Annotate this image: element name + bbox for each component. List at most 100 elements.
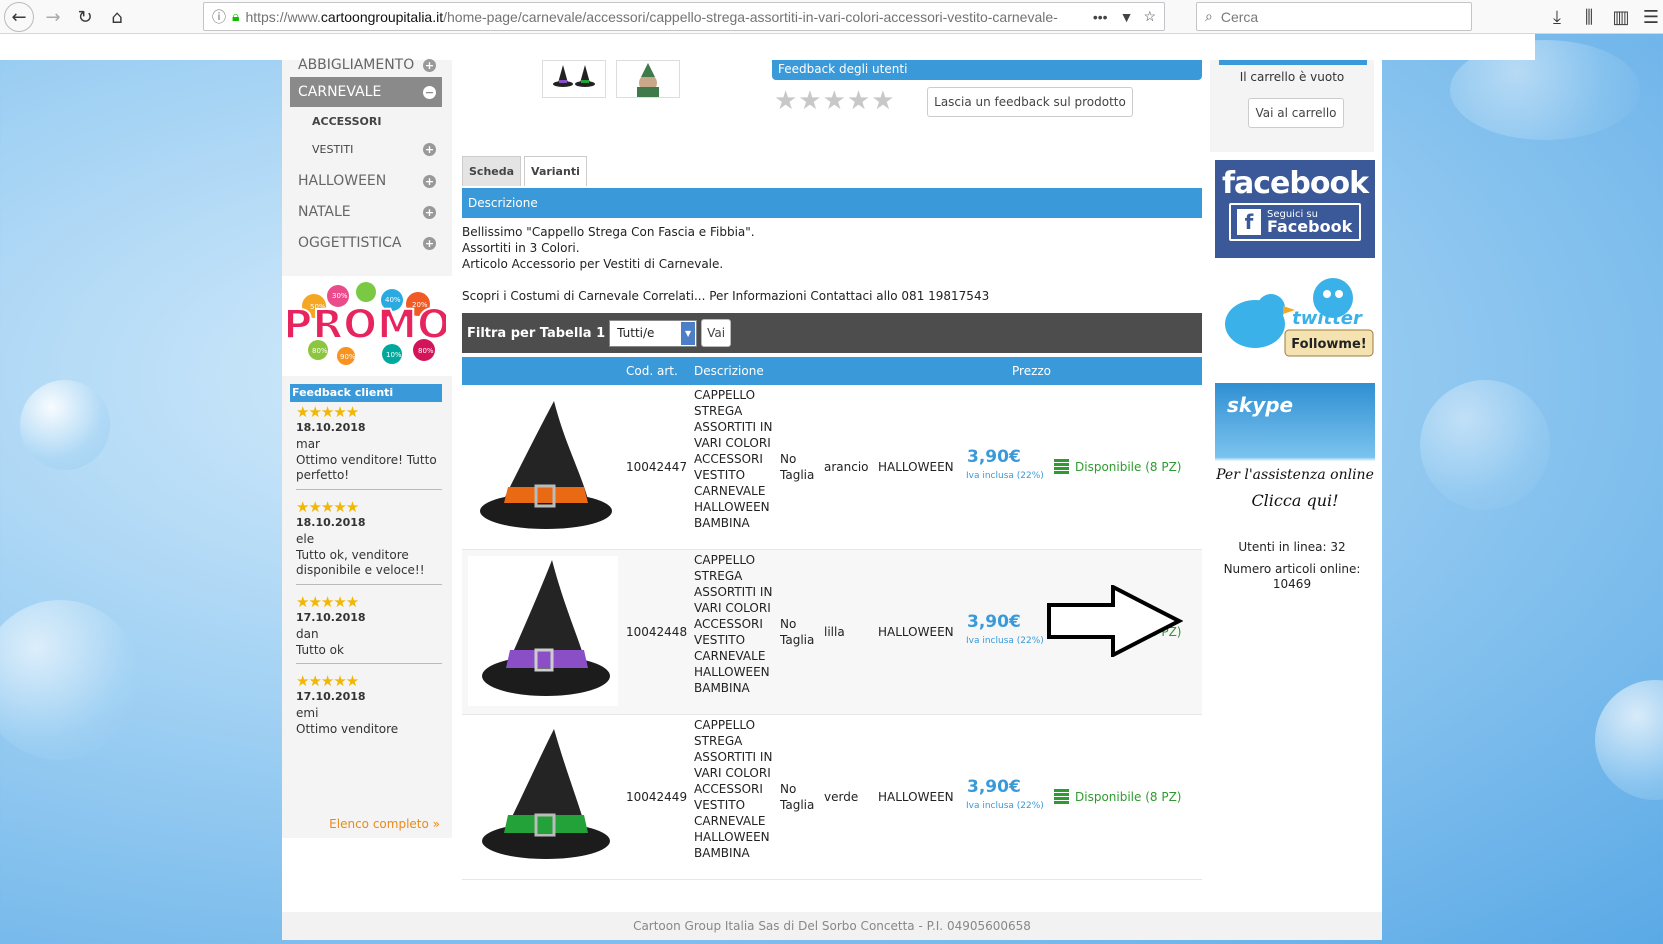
promo-badge: 90% xyxy=(340,353,356,361)
promo-badge: 10% xyxy=(386,351,402,359)
item-code: 10042449 xyxy=(626,790,688,804)
back-icon[interactable]: ← xyxy=(4,2,34,32)
table-row: 10042447 CAPPELLO STREGA ASSORTITI IN VA… xyxy=(462,385,1202,550)
home-icon[interactable]: ⌂ xyxy=(102,2,132,32)
feedback-date: 17.10.2018 xyxy=(296,690,366,703)
product-image[interactable] xyxy=(468,556,618,706)
item-category: HALLOWEEN xyxy=(878,460,954,474)
info-icon[interactable]: ⓘ xyxy=(212,7,226,27)
description-line: Assortiti in 3 Colori. xyxy=(462,241,580,255)
collapse-icon[interactable]: − xyxy=(423,85,436,99)
menu-item-carnevale[interactable]: CARNEVALE − xyxy=(290,77,442,107)
skype-banner[interactable]: skype Per l'assistenza online Clicca qui… xyxy=(1215,383,1375,518)
feedback-entry: ★★★★★ 18.10.2018 ele Tutto ok, venditore… xyxy=(296,499,442,585)
table-header: Cod. art. Descrizione Prezzo xyxy=(462,357,1202,385)
description-line: Articolo Accessorio per Vestiti di Carne… xyxy=(462,257,724,271)
menu-item-halloween[interactable]: HALLOWEEN + xyxy=(290,166,442,196)
search-icon: ⌕ xyxy=(1205,8,1213,24)
feedback-date: 18.10.2018 xyxy=(296,421,366,434)
product-thumbnail[interactable] xyxy=(542,60,606,98)
go-to-cart-button[interactable]: Vai al carrello xyxy=(1248,98,1344,128)
description-line: Bellissimo "Cappello Strega Con Fascia e… xyxy=(462,225,755,239)
tab-varianti[interactable]: Varianti xyxy=(524,156,587,186)
filter-go-button[interactable]: Vai xyxy=(701,319,732,347)
reload-icon[interactable]: ↻ xyxy=(70,2,100,32)
user-feedback-header: Feedback degli utenti xyxy=(772,60,1202,80)
background-bubble xyxy=(20,380,110,470)
expand-icon[interactable]: + xyxy=(423,142,436,156)
item-description: CAPPELLO STREGA ASSORTITI IN VARI COLORI… xyxy=(694,553,773,695)
rating-stars: ★★★★★ xyxy=(296,593,359,611)
feedback-entry: ★★★★★ 17.10.2018 emi Ottimo venditore xyxy=(296,673,442,743)
item-availability: Disponibile (8 PZ) xyxy=(1054,459,1181,474)
chevron-down-icon[interactable]: ▼ xyxy=(681,321,696,345)
download-icon[interactable]: ⤓ xyxy=(1542,2,1572,32)
menu-item-natale[interactable]: NATALE + xyxy=(290,197,442,227)
rating-stars: ★★★★★ xyxy=(296,403,359,421)
item-vat-note: Iva inclusa (22%) xyxy=(966,471,1044,481)
filter-select[interactable]: Tutti/e ▼ xyxy=(609,319,698,347)
product-image[interactable] xyxy=(468,721,618,871)
footer: Cartoon Group Italia Sas di Del Sorbo Co… xyxy=(282,912,1382,940)
feedback-entry: ★★★★★ 18.10.2018 mar Ottimo venditore! T… xyxy=(296,404,442,490)
skype-help-text: Per l'assistenza online xyxy=(1216,467,1374,483)
product-thumbnail[interactable] xyxy=(616,60,680,98)
search-input[interactable]: Cerca xyxy=(1221,9,1258,25)
item-category: HALLOWEEN xyxy=(878,625,954,639)
sidebar-icon[interactable]: ▥ xyxy=(1606,2,1636,32)
menu-item-abbigliamento[interactable]: ABBIGLIAMENTO + xyxy=(290,54,442,76)
page-header-strip xyxy=(0,34,1535,60)
forward-icon[interactable]: → xyxy=(38,2,68,32)
item-price: 3,90€ xyxy=(967,612,1021,632)
twitter-follow: Followme! xyxy=(1291,337,1366,352)
product-rating-stars[interactable]: ★★★★★ xyxy=(774,88,896,114)
item-vat-note: Iva inclusa (22%) xyxy=(966,801,1044,811)
rating-stars: ★★★★★ xyxy=(296,498,359,516)
lock-icon: 🔒︎ xyxy=(232,8,240,24)
facebook-banner[interactable]: facebook f Seguici su Facebook xyxy=(1215,160,1375,258)
item-category: HALLOWEEN xyxy=(878,790,954,804)
background-bubble xyxy=(1420,380,1550,510)
expand-icon[interactable]: + xyxy=(423,174,436,188)
menu-item-accessori[interactable]: ACCESSORI xyxy=(290,108,442,134)
expand-icon[interactable]: + xyxy=(423,236,436,250)
feedback-text: Ottimo venditore! Tutto perfetto! xyxy=(296,453,437,482)
menu-item-vestiti[interactable]: VESTITI + xyxy=(290,136,442,162)
rating-stars: ★★★★★ xyxy=(296,672,359,690)
item-price: 3,90€ xyxy=(967,777,1021,797)
feedback-full-list-link[interactable]: Elenco completo » xyxy=(329,817,440,831)
tab-scheda[interactable]: Scheda xyxy=(462,156,522,186)
address-bar[interactable]: ⓘ 🔒︎ https://www.cartoongroupitalia.it/h… xyxy=(203,2,1165,31)
menu-item-oggettistica[interactable]: OGGETTISTICA + xyxy=(290,228,442,258)
leave-feedback-button[interactable]: Lascia un feedback sul prodotto xyxy=(927,87,1133,117)
product-image[interactable] xyxy=(468,391,618,541)
expand-icon[interactable]: + xyxy=(423,58,436,72)
feedback-author: ele xyxy=(296,532,315,546)
feedback-author: emi xyxy=(296,706,319,720)
online-articles-value: 10469 xyxy=(1272,577,1312,591)
expand-icon[interactable]: + xyxy=(423,205,436,219)
promo-badge: 30% xyxy=(332,292,348,300)
background-bubble xyxy=(0,600,140,760)
feedback-text: Tutto ok xyxy=(296,643,344,657)
facebook-logo: facebook xyxy=(1221,166,1369,201)
item-color: lilla xyxy=(824,625,845,639)
item-description: CAPPELLO STREGA ASSORTITI IN VARI COLORI… xyxy=(694,388,773,530)
twitter-banner[interactable]: twitter Followme! xyxy=(1215,268,1375,372)
pocket-icon[interactable]: ▼ xyxy=(1120,9,1134,25)
item-size: No Taglia xyxy=(780,617,815,647)
feedback-title: Feedback clienti xyxy=(290,384,442,402)
page-actions-icon[interactable]: ••• xyxy=(1093,9,1108,25)
feedback-text: Tutto ok, venditore disponibile e veloce… xyxy=(296,548,425,577)
description-line xyxy=(462,272,1202,288)
menu-icon[interactable]: ☰ xyxy=(1636,2,1663,32)
item-availability: Disponibile (8 PZ) xyxy=(1054,789,1181,804)
promo-banner[interactable]: 50% 30% 40% 20% 80% 90% 10% 80% PROMO xyxy=(282,278,452,372)
search-bar[interactable]: ⌕ Cerca xyxy=(1196,2,1472,31)
description-line: Scopri i Costumi di Carnevale Correlati.… xyxy=(462,289,990,303)
library-icon[interactable]: ⫼ xyxy=(1574,2,1604,32)
product-tabs: Scheda Varianti xyxy=(462,156,590,186)
item-code: 10042447 xyxy=(626,460,688,474)
url-text[interactable]: https://www.cartoongroupitalia.it/home-p… xyxy=(245,9,1086,25)
bookmark-star-icon[interactable]: ☆ xyxy=(1143,8,1156,25)
